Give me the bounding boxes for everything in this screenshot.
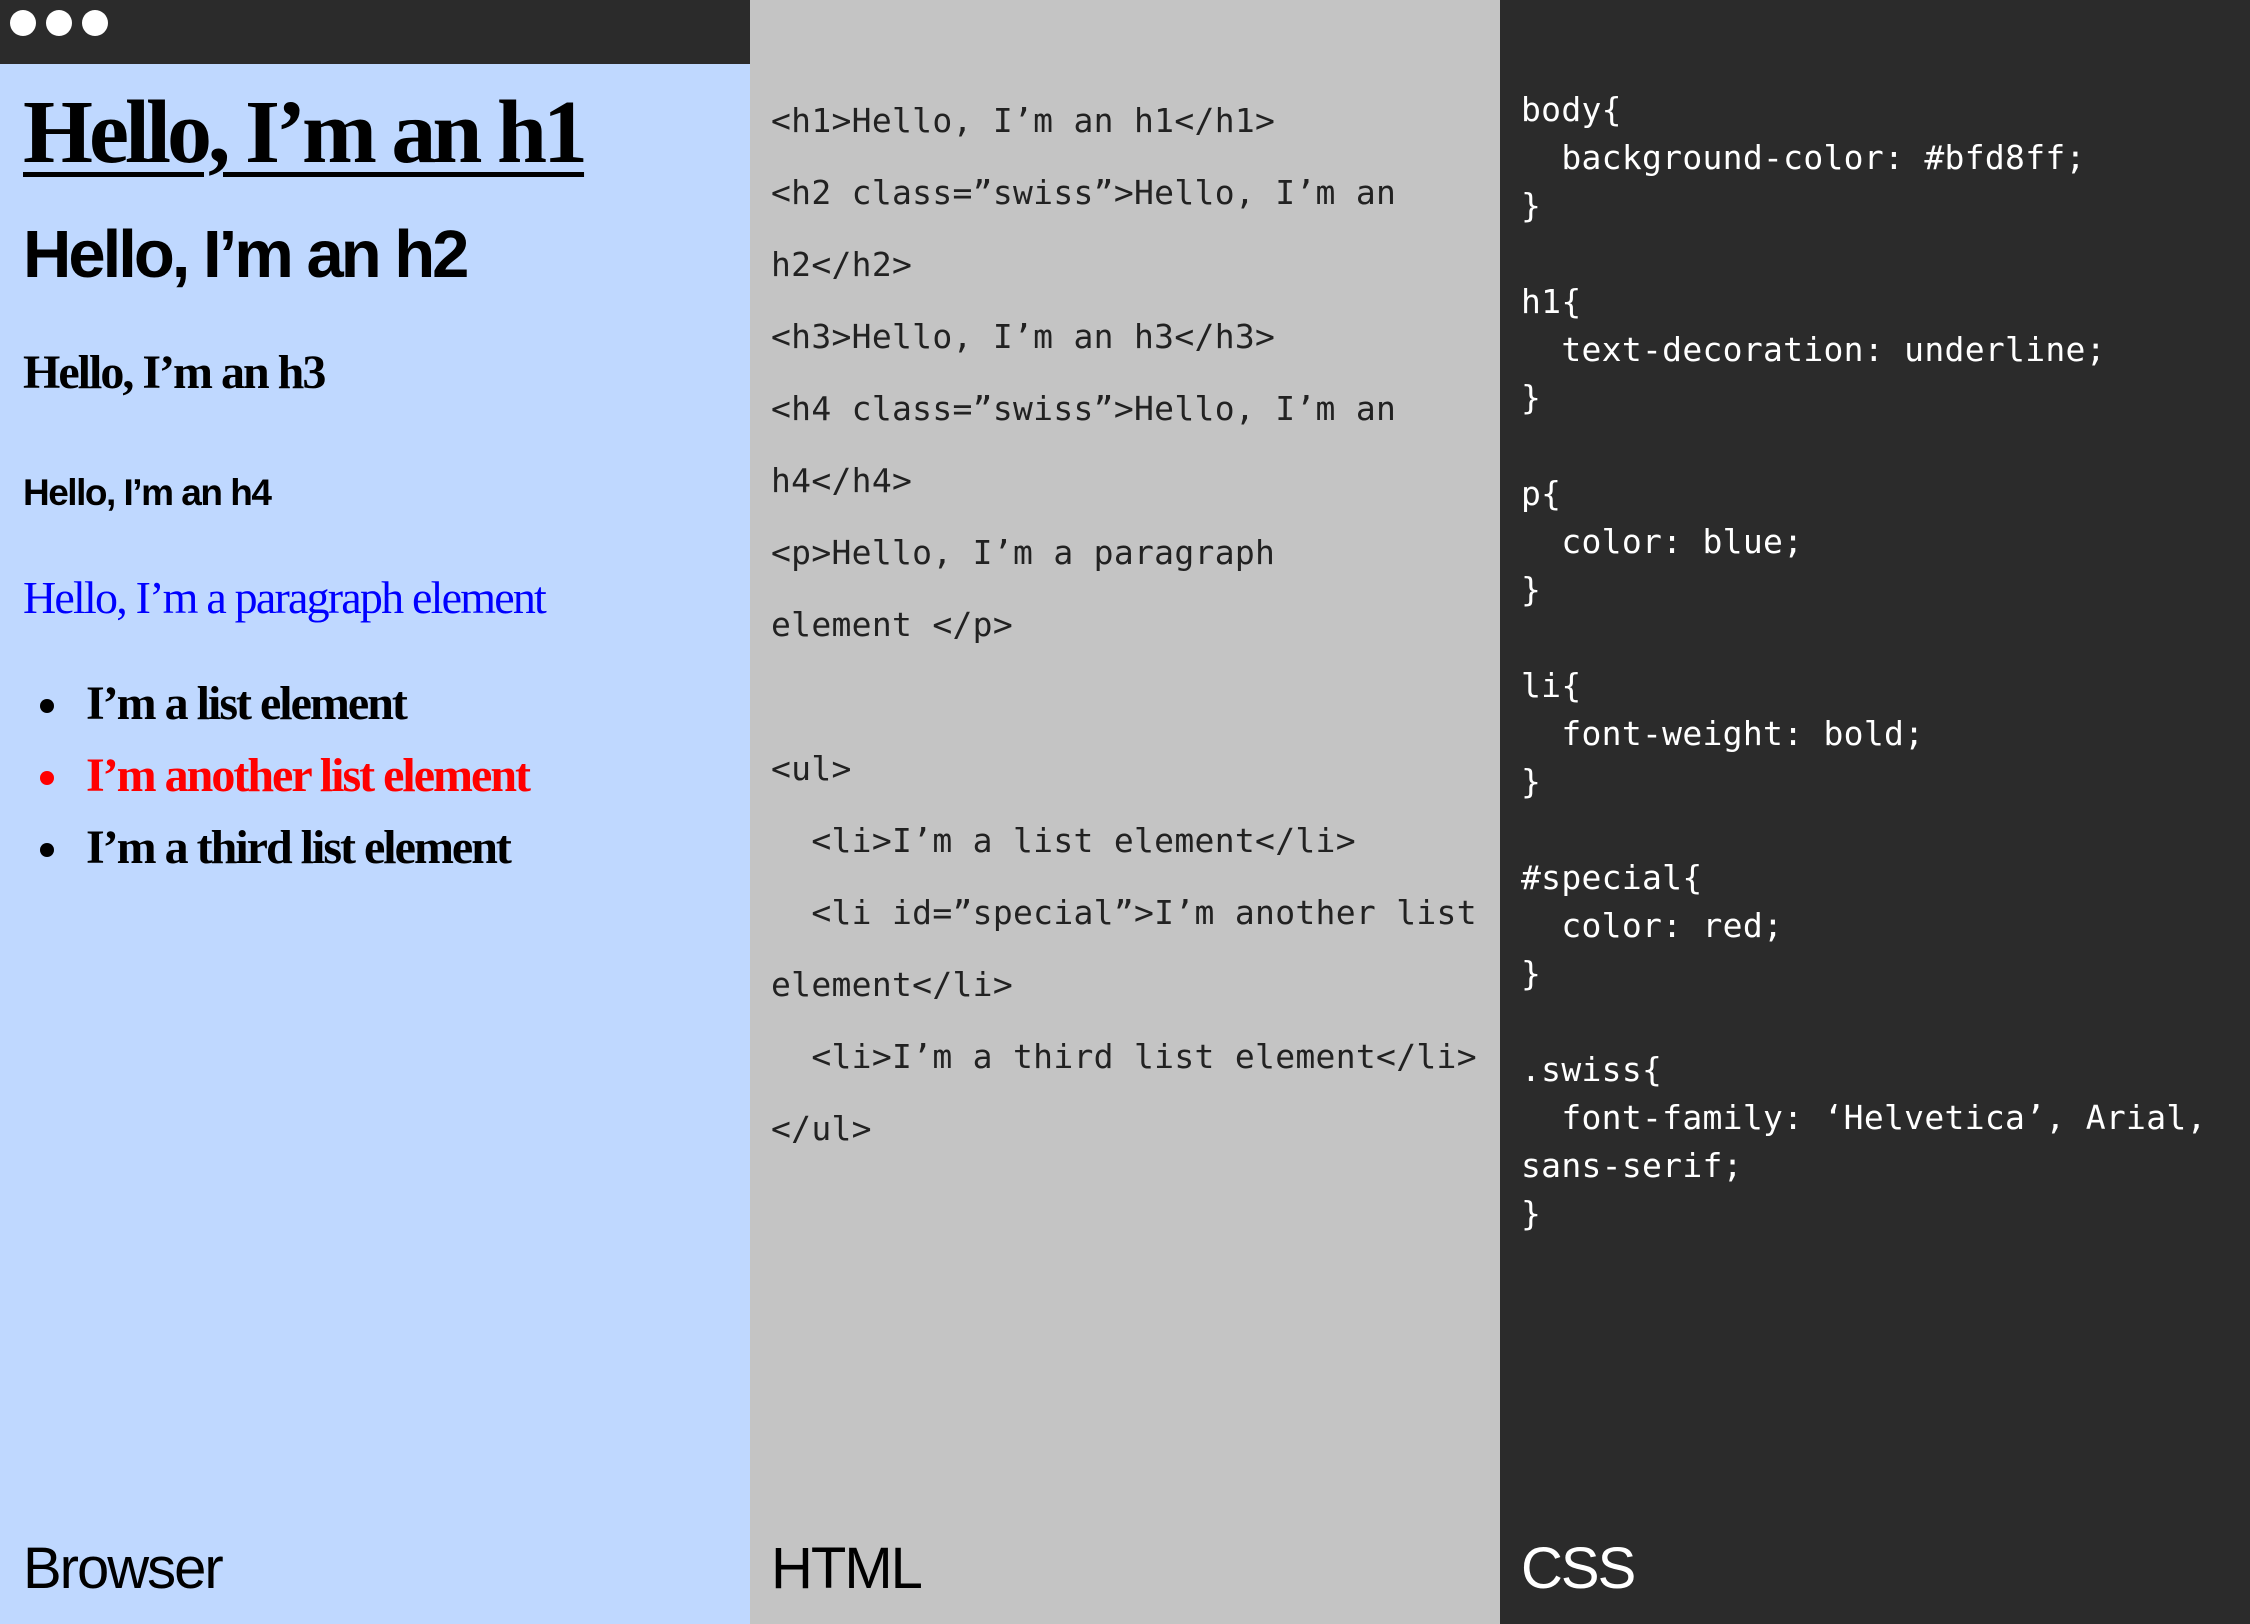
preview-list-item-special: I’m another list element xyxy=(0,744,740,816)
code-line: color: red; xyxy=(1521,906,1784,945)
code-line: <h4 class=”swiss”>Hello, I’m an xyxy=(771,389,1397,428)
code-line: element</li> xyxy=(771,965,1014,1004)
bullet-icon xyxy=(40,843,54,857)
code-line: #special{ xyxy=(1521,858,1703,897)
list-item-text: I’m a third list element xyxy=(86,821,512,874)
code-line: h2</h2> xyxy=(771,245,913,284)
code-line: } xyxy=(1521,954,1542,993)
preview-h3: Hello, I’m an h3 xyxy=(23,346,326,399)
preview-h4: Hello, I’m an h4 xyxy=(23,472,272,513)
html-panel: <h1>Hello, I’m an h1</h1> <h2 class=”swis… xyxy=(750,0,1500,1624)
code-line: background-color: #bfd8ff; xyxy=(1521,138,2086,177)
preview-list-item: I’m a list element xyxy=(0,672,740,744)
window-titlebar xyxy=(0,0,750,64)
code-line: </ul> xyxy=(771,1109,872,1148)
css-caption: CSS xyxy=(1521,1536,1636,1601)
code-line: <li>I’m a list element</li> xyxy=(771,821,1356,860)
code-line: } xyxy=(1521,762,1542,801)
code-line: } xyxy=(1521,378,1542,417)
preview-paragraph: Hello, I’m a paragraph element xyxy=(23,572,547,623)
code-line: <li>I’m a third list element</li> xyxy=(771,1037,1477,1076)
code-line: color: blue; xyxy=(1521,522,1804,561)
code-line: h1{ xyxy=(1521,282,1582,321)
preview-list-item: I’m a third list element xyxy=(0,816,740,888)
code-line: element </p> xyxy=(771,605,1014,644)
bullet-icon xyxy=(40,771,54,785)
code-line: } xyxy=(1521,570,1542,609)
code-line: } xyxy=(1521,1194,1542,1233)
code-line: <h2 class=”swiss”>Hello, I’m an xyxy=(771,173,1397,212)
bullet-icon xyxy=(40,699,54,713)
code-line: font-family: ‘Helvetica’, Arial, xyxy=(1521,1098,2207,1137)
browser-panel: Hello, I’m an h1 Hello, I’m an h2 Hello,… xyxy=(0,0,750,1624)
code-line: <ul> xyxy=(771,749,852,788)
code-line: <p>Hello, I’m a paragraph xyxy=(771,533,1276,572)
code-line: font-weight: bold; xyxy=(1521,714,1925,753)
code-line: <li id=”special”>I’m another list xyxy=(771,893,1477,932)
code-line: p{ xyxy=(1521,474,1562,513)
preview-h2: Hello, I’m an h2 xyxy=(23,217,469,292)
code-line: text-decoration: underline; xyxy=(1521,330,2106,369)
preview-h1: Hello, I’m an h1 xyxy=(23,83,588,182)
code-line: <h3>Hello, I’m an h3</h3> xyxy=(771,317,1276,356)
code-line: body{ xyxy=(1521,90,1622,129)
code-line: .swiss{ xyxy=(1521,1050,1663,1089)
code-line: h4</h4> xyxy=(771,461,913,500)
window-dot-icon[interactable] xyxy=(46,10,72,36)
list-item-text: I’m another list element xyxy=(86,749,531,802)
code-line: } xyxy=(1521,186,1542,225)
browser-caption: Browser xyxy=(23,1536,224,1601)
list-item-text: I’m a list element xyxy=(86,677,408,730)
html-caption: HTML xyxy=(771,1536,923,1601)
window-dot-icon[interactable] xyxy=(10,10,36,36)
code-line: <h1>Hello, I’m an h1</h1> xyxy=(771,101,1276,140)
code-line: sans-serif; xyxy=(1521,1146,1743,1185)
css-panel: body{ background-color: #bfd8ff;} h1{ tex… xyxy=(1500,0,2250,1624)
code-line: li{ xyxy=(1521,666,1582,705)
window-dot-icon[interactable] xyxy=(82,10,108,36)
